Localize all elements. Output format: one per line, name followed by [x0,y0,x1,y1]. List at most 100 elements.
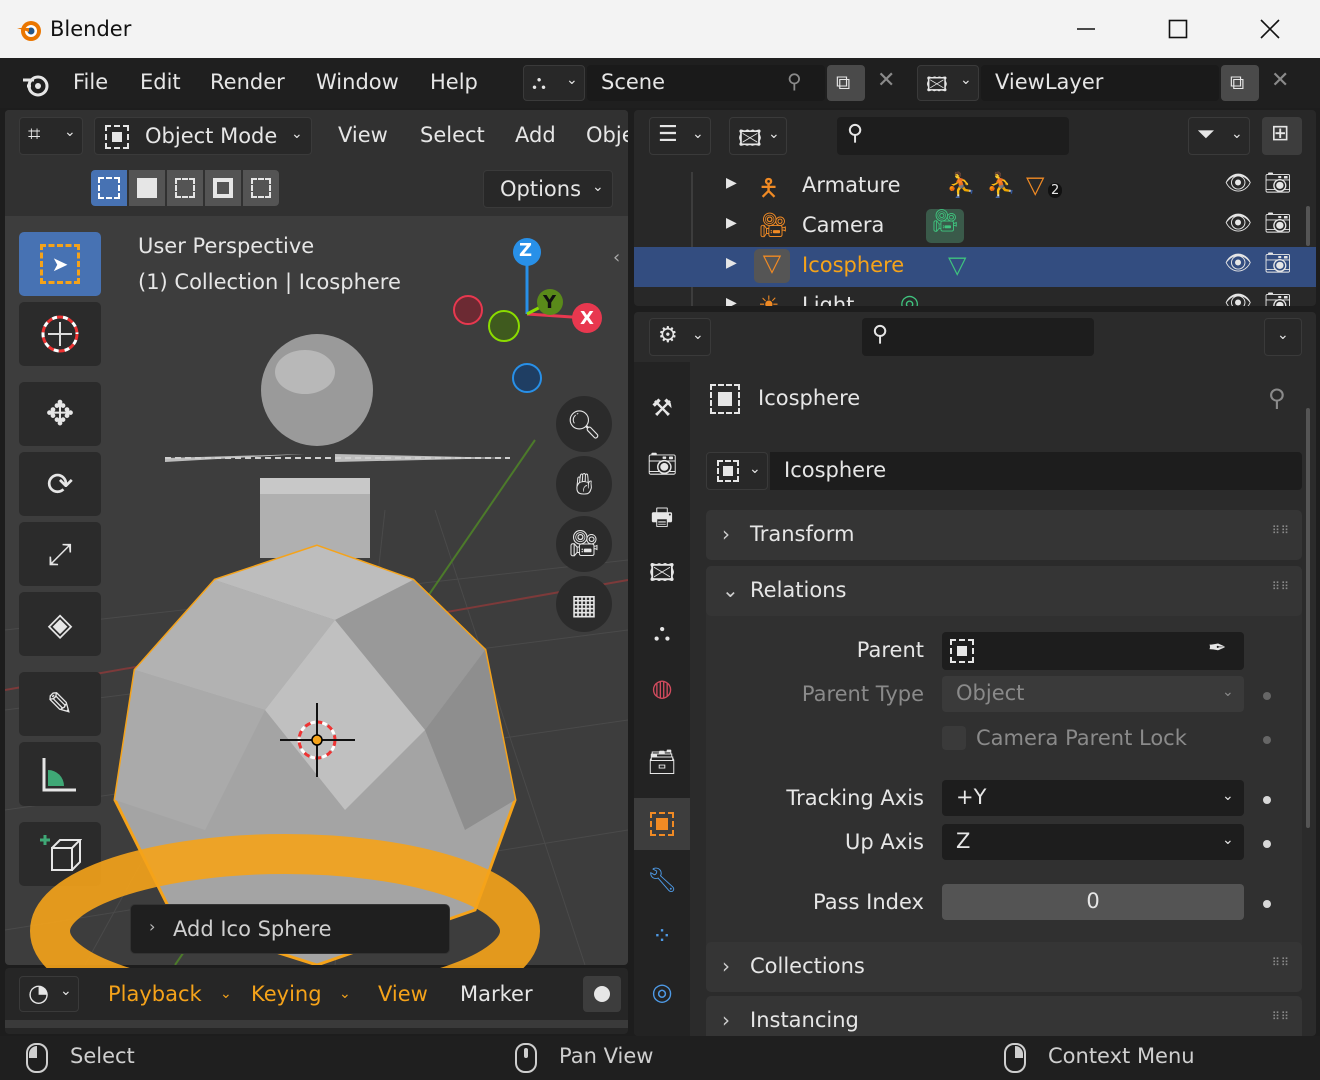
select-intersect-button[interactable] [243,170,279,206]
tab-scene[interactable]: ⛬ [634,606,690,658]
viewport-menu-object[interactable]: Obje [586,123,628,147]
outliner-row-icosphere[interactable]: ▶ ▽ Icosphere ▽ 👁︎ 📷︎ [634,247,1316,287]
editor-type-dropdown[interactable]: ⌗ ⌄ [19,117,83,155]
tab-particles[interactable]: ⁘ [634,910,690,962]
outliner-search-input[interactable]: ⚲ [837,117,1069,155]
render-camera-icon[interactable]: 📷︎ [1264,171,1292,196]
tool-rotate[interactable]: ⟳ [19,452,101,516]
timeline-menu-marker[interactable]: Marker [460,982,533,1006]
tab-world[interactable]: ◍ [634,662,690,714]
outliner-editor-type-dropdown[interactable]: ☰ ⌄ [649,117,711,155]
render-camera-icon[interactable]: 📷︎ [1264,251,1292,276]
expand-arrow-icon[interactable]: ▶ [726,215,737,231]
tab-object[interactable] [634,798,690,850]
menu-render[interactable]: Render [210,70,285,94]
select-subtract-button[interactable] [167,170,203,206]
keyframe-dot[interactable] [1263,796,1271,804]
auto-keying-button[interactable] [583,976,621,1012]
pass-index-field[interactable]: 0 [942,884,1244,920]
blender-menu-icon[interactable] [20,70,52,98]
visibility-eye-icon[interactable]: 👁︎ [1224,211,1252,236]
camera-parent-lock-checkbox[interactable] [942,726,966,750]
keyframe-dot[interactable] [1263,736,1271,744]
outliner-row-light[interactable]: ▶ ☀ Light ◎ 👁︎ 📷︎ [634,287,1316,306]
timeline-menu-view[interactable]: View [378,982,428,1006]
close-button[interactable] [1224,0,1316,58]
tool-select-box[interactable]: ➤ [19,232,101,296]
render-camera-icon[interactable]: 📷︎ [1264,211,1292,236]
viewport-menu-add[interactable]: Add [515,123,556,147]
properties-scrollbar[interactable] [1306,408,1310,828]
render-camera-icon[interactable]: 📷︎ [1264,291,1292,306]
object-mode-dropdown[interactable]: Object Mode ⌄ [94,117,312,155]
drag-grip-icon[interactable]: ⠿⠿ [1272,1010,1290,1023]
options-dropdown[interactable]: Options ⌄ [483,170,613,208]
object-name-field[interactable]: Icosphere [770,452,1302,490]
pin-icon[interactable]: ⚲ [1268,384,1286,412]
properties-search-input[interactable]: ⚲ [862,318,1094,356]
parent-type-dropdown[interactable]: Object ⌄ [942,676,1244,712]
tool-cursor[interactable] [19,302,101,366]
scene-name-field[interactable]: Scene ⚲ [587,65,825,101]
visibility-eye-icon[interactable]: 👁︎ [1224,251,1252,276]
tool-annotate[interactable]: ✎ [19,672,101,736]
display-mode-dropdown[interactable]: 🖾 ⌄ [729,117,787,155]
keyframe-dot[interactable] [1263,900,1271,908]
viewport-menu-select[interactable]: Select [420,123,485,147]
collections-panel-header[interactable]: › Collections ⠿⠿ [706,942,1302,992]
tracking-axis-dropdown[interactable]: +Y ⌄ [942,780,1244,816]
tool-move[interactable]: ✥ [19,382,101,446]
expand-arrow-icon[interactable]: ▶ [726,295,737,306]
tool-transform[interactable]: ◈ [19,592,101,656]
new-collection-button[interactable]: ⊞ [1262,117,1302,155]
visibility-eye-icon[interactable]: 👁︎ [1224,291,1252,306]
tab-tool[interactable]: ⚒ [634,382,690,434]
timeline-menu-playback[interactable]: Playback [108,982,202,1006]
tab-render[interactable]: 📷︎ [634,438,690,490]
drag-grip-icon[interactable]: ⠿⠿ [1272,580,1290,593]
filter-dropdown[interactable]: ⏷ ⌄ [1188,117,1250,155]
expand-arrow-icon[interactable]: ▶ [726,175,737,191]
camera-view-button[interactable]: 🎥︎ [556,516,612,572]
drag-grip-icon[interactable]: ⠿⠿ [1272,524,1290,537]
transform-panel-header[interactable]: › Transform ⠿⠿ [706,510,1302,560]
new-scene-button[interactable]: ⧉ [827,65,865,101]
outliner-row-armature[interactable]: ▶ 🯅 Armature ⛹ ⛹ ▽ 2 👁︎ 📷︎ [634,167,1316,207]
properties-editor-type-dropdown[interactable]: ⚙ ⌄ [649,318,711,356]
menu-edit[interactable]: Edit [140,70,181,94]
instancing-panel-header[interactable]: › Instancing ⠿⠿ [706,996,1302,1036]
view-layer-name-field[interactable]: ViewLayer [981,65,1219,101]
zoom-button[interactable]: 🔍︎ [556,396,612,452]
scene-browse-dropdown[interactable]: ⛬ ⌄ [523,65,585,101]
select-invert-button[interactable] [205,170,241,206]
object-browse-dropdown[interactable]: ⌄ [706,452,768,490]
select-extend-button[interactable] [129,170,165,206]
tab-view-layer[interactable]: 🖾 [634,550,690,602]
tab-collection[interactable]: 🗃 [634,736,690,788]
delete-scene-button[interactable]: ✕ [867,65,905,101]
viewport-menu-view[interactable]: View [338,123,388,147]
timeline-menu-keying[interactable]: Keying [251,982,322,1006]
properties-options-dropdown[interactable]: ⌄ [1264,318,1302,356]
tab-modifiers[interactable]: 🔧︎ [634,854,690,906]
perspective-toggle-button[interactable]: ▦ [556,576,612,632]
select-set-new-button[interactable] [91,170,127,206]
tab-physics[interactable]: ◎ [634,966,690,1018]
eyedropper-icon[interactable]: ✒ [1208,636,1226,661]
drag-grip-icon[interactable]: ⠿⠿ [1272,956,1290,969]
tab-output[interactable]: 🖶 [634,494,690,546]
menu-file[interactable]: File [73,70,108,94]
timeline-editor-type-dropdown[interactable]: ◔ ⌄ [19,976,79,1012]
menu-help[interactable]: Help [430,70,478,94]
up-axis-dropdown[interactable]: Z ⌄ [942,824,1244,860]
parent-field[interactable]: ✒ [942,632,1244,670]
timeline-scrubber[interactable] [5,1020,628,1028]
pan-button[interactable]: ✋︎ [556,456,612,512]
pin-icon[interactable]: ⚲ [787,69,802,93]
delete-view-layer-button[interactable]: ✕ [1261,65,1299,101]
new-view-layer-button[interactable]: ⧉ [1221,65,1259,101]
menu-window[interactable]: Window [316,70,399,94]
outliner-scrollbar[interactable] [1306,206,1310,246]
expand-arrow-icon[interactable]: ▶ [726,255,737,271]
maximize-button[interactable] [1132,0,1224,58]
